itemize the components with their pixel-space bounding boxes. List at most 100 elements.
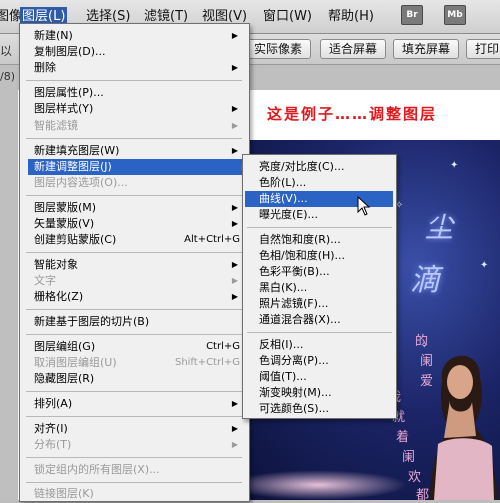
menu-item-label: 创建剪贴蒙版(C) bbox=[34, 233, 117, 246]
menu-item-new-adjustment-layer[interactable]: 新建调整图层(J)▶ bbox=[28, 159, 254, 175]
menu-item-layer-style[interactable]: 图层样式(Y) ▶ bbox=[34, 101, 244, 117]
submenu-arrow-icon: ▶ bbox=[231, 63, 238, 72]
menu-item-label: 链接图层(K) bbox=[34, 487, 94, 500]
menu-window[interactable]: 窗口(W) bbox=[261, 7, 314, 27]
menu-item-smart-filter: 智能滤镜 ▶ bbox=[34, 118, 244, 134]
menu-item-label: 图层属性(P)... bbox=[34, 86, 104, 99]
menu-item-label: 新建填充图层(W) bbox=[34, 144, 120, 157]
menu-separator bbox=[26, 334, 242, 335]
menu-item-label: 文字 bbox=[34, 274, 56, 287]
menu-item-new-fill-layer[interactable]: 新建填充图层(W) ▶ bbox=[34, 143, 244, 159]
menu-separator bbox=[247, 332, 392, 333]
submenu-item-hue-saturation[interactable]: 色相/饱和度(H)... bbox=[259, 248, 393, 264]
fit-screen-button[interactable]: 适合屏幕 bbox=[320, 39, 387, 59]
menu-item-smart-object[interactable]: 智能对象 ▶ bbox=[34, 257, 244, 273]
menu-separator bbox=[26, 309, 242, 310]
submenu-item-threshold[interactable]: 阈值(T)... bbox=[259, 369, 393, 385]
actual-pixels-button[interactable]: 实际像素 bbox=[245, 39, 312, 59]
menu-item-hide-layers[interactable]: 隐藏图层(R) bbox=[34, 371, 244, 387]
menu-item-label: 图层编组(G) bbox=[34, 340, 96, 353]
mouse-pointer-icon bbox=[357, 196, 371, 216]
star-icon: ✦ bbox=[480, 260, 489, 271]
poster-text: 滴 bbox=[410, 263, 440, 298]
menu-item-layer-properties[interactable]: 图层属性(P)... bbox=[34, 85, 244, 101]
menu-help[interactable]: 帮助(H) bbox=[326, 7, 376, 27]
fill-screen-button[interactable]: 填充屏幕 bbox=[393, 39, 460, 59]
submenu-item-gradient-map[interactable]: 渐变映射(M)... bbox=[259, 385, 393, 401]
menu-item-arrange[interactable]: 排列(A) ▶ bbox=[34, 396, 244, 412]
shortcut-label: Shift+Ctrl+G bbox=[174, 357, 240, 368]
menu-item-align[interactable]: 对齐(I) ▶ bbox=[34, 421, 244, 437]
poster-text: 着 bbox=[396, 430, 410, 445]
menu-item-layer-content-options: 图层内容选项(O)... bbox=[34, 175, 244, 191]
menu-item-new[interactable]: 新建(N) ▶ bbox=[34, 28, 244, 44]
submenu-item-vibrance[interactable]: 自然饱和度(R)... bbox=[259, 232, 393, 248]
shortcut-label: Ctrl+G bbox=[206, 341, 240, 352]
submenu-arrow-icon: ▶ bbox=[231, 292, 238, 301]
poster-text: 阑 bbox=[402, 450, 416, 465]
submenu-arrow-icon: ▶ bbox=[231, 219, 238, 228]
menu-item-rasterize[interactable]: 栅格化(Z) ▶ bbox=[34, 289, 244, 305]
woman-portrait-image bbox=[430, 355, 498, 500]
submenu-item-selective-color[interactable]: 可选颜色(S)... bbox=[259, 401, 393, 417]
print-size-button[interactable]: 打印 bbox=[466, 39, 500, 59]
menu-item-ungroup-layers: 取消图层编组(U) Shift+Ctrl+G bbox=[34, 355, 244, 371]
submenu-item-photo-filter[interactable]: 照片滤镜(F)... bbox=[259, 296, 393, 312]
menu-separator bbox=[26, 195, 242, 196]
menu-separator bbox=[247, 227, 392, 228]
menu-separator bbox=[26, 457, 242, 458]
menu-item-create-clipping-mask[interactable]: 创建剪贴蒙版(C) Alt+Ctrl+G bbox=[34, 232, 244, 248]
menu-separator bbox=[26, 391, 242, 392]
menu-item-label: 对齐(I) bbox=[34, 422, 68, 435]
submenu-item-channel-mixer[interactable]: 通道混合器(X)... bbox=[259, 312, 393, 328]
menu-item-duplicate-layer[interactable]: 复制图层(D)... bbox=[34, 44, 244, 60]
menu-separator bbox=[26, 482, 242, 483]
submenu-item-posterize[interactable]: 色调分离(P)... bbox=[259, 353, 393, 369]
menu-item-vector-mask[interactable]: 矢量蒙版(V) ▶ bbox=[34, 216, 244, 232]
menu-item-label: 新建调整图层(J) bbox=[34, 160, 112, 173]
submenu-arrow-icon: ▶ bbox=[231, 146, 238, 155]
submenu-item-black-white[interactable]: 黑白(K)... bbox=[259, 280, 393, 296]
star-icon: ✦ bbox=[450, 160, 459, 171]
menu-item-type: 文字 ▶ bbox=[34, 273, 244, 289]
menu-item-label: 矢量蒙版(V) bbox=[34, 217, 95, 230]
menu-item-label: 隐藏图层(R) bbox=[34, 372, 95, 385]
mini-bridge-button[interactable]: Mb bbox=[444, 5, 466, 25]
shortcut-label: Alt+Ctrl+G bbox=[184, 234, 240, 245]
menu-item-distribute: 分布(T) ▶ bbox=[34, 437, 244, 453]
menu-item-label: 新建基于图层的切片(B) bbox=[34, 315, 150, 328]
menu-item-layer-mask[interactable]: 图层蒙版(M) ▶ bbox=[34, 200, 244, 216]
adjustment-layer-submenu: 亮度/对比度(C)... 色阶(L)... 曲线(V)... 曝光度(E)...… bbox=[242, 154, 397, 419]
menu-item-label: 智能对象 bbox=[34, 258, 78, 271]
layer-menu: 新建(N) ▶ 复制图层(D)... 删除 ▶ 图层属性(P)... 图层样式(Y)… bbox=[19, 23, 254, 502]
submenu-arrow-icon: ▶ bbox=[231, 203, 238, 212]
submenu-arrow-icon: ▶ bbox=[231, 276, 238, 285]
menu-item-label: 栅格化(Z) bbox=[34, 290, 84, 303]
menu-separator bbox=[26, 252, 242, 253]
submenu-item-exposure[interactable]: 曝光度(E)... bbox=[259, 207, 393, 223]
menu-item-delete[interactable]: 删除 ▶ bbox=[34, 60, 244, 76]
submenu-item-color-balance[interactable]: 色彩平衡(B)... bbox=[259, 264, 393, 280]
menu-item-label: 取消图层编组(U) bbox=[34, 356, 117, 369]
menu-item-label: 排列(A) bbox=[34, 397, 73, 410]
menu-item-label: 图层内容选项(O)... bbox=[34, 176, 128, 189]
menu-item-label: 图层蒙版(M) bbox=[34, 201, 97, 214]
submenu-arrow-icon: ▶ bbox=[231, 399, 238, 408]
submenu-item-brightness-contrast[interactable]: 亮度/对比度(C)... bbox=[259, 159, 393, 175]
submenu-arrow-icon: ▶ bbox=[231, 121, 238, 130]
submenu-item-invert[interactable]: 反相(I)... bbox=[259, 337, 393, 353]
submenu-arrow-icon: ▶ bbox=[231, 31, 238, 40]
canvas-title: 这是例子……调整图层 bbox=[267, 105, 438, 123]
submenu-arrow-icon: ▶ bbox=[231, 260, 238, 269]
menu-item-new-layer-based-slice[interactable]: 新建基于图层的切片(B) bbox=[34, 314, 244, 330]
menu-item-group-layers[interactable]: 图层编组(G) Ctrl+G bbox=[34, 339, 244, 355]
menu-separator bbox=[26, 80, 242, 81]
menu-item-label: 图层样式(Y) bbox=[34, 102, 94, 115]
bridge-button[interactable]: Br bbox=[401, 5, 423, 25]
submenu-arrow-icon: ▶ bbox=[231, 424, 238, 433]
menu-item-label: 复制图层(D)... bbox=[34, 45, 106, 58]
poster-text: 尘 bbox=[425, 211, 454, 244]
document-tab[interactable]: /8) bbox=[0, 70, 18, 88]
submenu-item-levels[interactable]: 色阶(L)... bbox=[259, 175, 393, 191]
menu-item-label: 智能滤镜 bbox=[34, 119, 78, 132]
